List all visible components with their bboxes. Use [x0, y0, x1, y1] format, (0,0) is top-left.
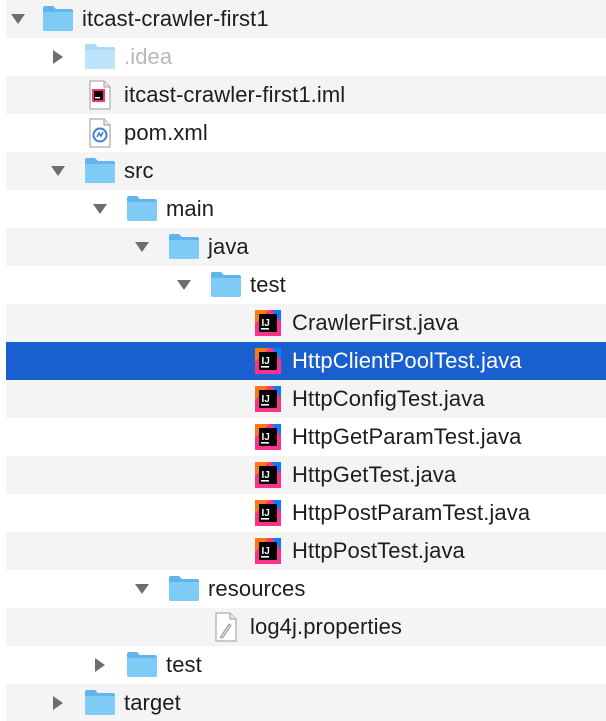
svg-text:IJ: IJ: [262, 318, 270, 329]
tree-row-label: itcast-crawler-first1: [82, 6, 269, 31]
intellij-java-file-icon: IJ: [252, 346, 284, 376]
properties-file-icon: [214, 612, 246, 642]
tree-row-label: test: [166, 652, 202, 677]
tree-row-httpclientpooltest-java[interactable]: IJ HttpClientPoolTest.java: [6, 342, 606, 380]
tree-row-httpgetparamtest-java[interactable]: IJ HttpGetParamTest.java: [6, 418, 606, 456]
tree-row-iml-file[interactable]: itcast-crawler-first1.iml: [6, 76, 606, 114]
tree-row-idea[interactable]: .idea: [6, 38, 606, 76]
svg-text:IJ: IJ: [262, 508, 270, 519]
tree-row-label: target: [124, 690, 181, 715]
tree-row-httpgettest-java[interactable]: IJ HttpGetTest.java: [6, 456, 606, 494]
tree-row-label: HttpClientPoolTest.java: [292, 348, 522, 373]
intellij-java-file-icon: IJ: [252, 460, 284, 490]
chevron-right-icon[interactable]: [48, 47, 68, 67]
folder-icon: [84, 42, 116, 72]
project-file-tree: itcast-crawler-first1 .idea itcast-crawl…: [0, 0, 606, 721]
intellij-java-file-icon: IJ: [252, 498, 284, 528]
tree-row-pom-xml[interactable]: pom.xml: [6, 114, 606, 152]
folder-icon: [168, 574, 200, 604]
folder-icon: [42, 4, 74, 34]
tree-row-label: HttpPostTest.java: [292, 538, 465, 563]
tree-row-label: itcast-crawler-first1.iml: [124, 82, 346, 107]
intellij-java-file-icon: IJ: [252, 536, 284, 566]
chevron-down-icon[interactable]: [132, 579, 152, 599]
tree-row-itcast-crawler-first1[interactable]: itcast-crawler-first1: [6, 0, 606, 38]
tree-row-crawlerfirst-java[interactable]: IJ CrawlerFirst.java: [6, 304, 606, 342]
svg-text:IJ: IJ: [262, 470, 270, 481]
folder-icon: [168, 232, 200, 262]
intellij-java-file-icon: IJ: [252, 384, 284, 414]
folder-icon: [210, 270, 242, 300]
folder-icon: [126, 650, 158, 680]
tree-row-main[interactable]: main: [6, 190, 606, 228]
tree-row-log4j-properties[interactable]: log4j.properties: [6, 608, 606, 646]
tree-row-label: resources: [208, 576, 306, 601]
chevron-right-icon[interactable]: [90, 655, 110, 675]
tree-row-src[interactable]: src: [6, 152, 606, 190]
svg-text:IJ: IJ: [262, 394, 270, 405]
chevron-down-icon[interactable]: [132, 237, 152, 257]
tree-row-label: log4j.properties: [250, 614, 403, 639]
tree-row-label: HttpGetTest.java: [292, 462, 457, 487]
chevron-right-icon[interactable]: [48, 693, 68, 713]
chevron-down-icon[interactable]: [48, 161, 68, 181]
svg-text:IJ: IJ: [262, 432, 270, 443]
folder-icon: [84, 688, 116, 718]
tree-row-test-package[interactable]: test: [6, 266, 606, 304]
tree-row-label: HttpGetParamTest.java: [292, 424, 522, 449]
folder-icon: [126, 194, 158, 224]
maven-pom-file-icon: [88, 118, 120, 148]
tree-row-label: HttpConfigTest.java: [292, 386, 485, 411]
intellij-java-file-icon: IJ: [252, 308, 284, 338]
tree-row-label: CrawlerFirst.java: [292, 310, 459, 335]
tree-row-label: main: [166, 196, 215, 221]
svg-text:IJ: IJ: [262, 356, 270, 367]
folder-icon: [84, 156, 116, 186]
tree-row-httppostparamtest-java[interactable]: IJ HttpPostParamTest.java: [6, 494, 606, 532]
tree-row-test-folder[interactable]: test: [6, 646, 606, 684]
tree-row-java[interactable]: java: [6, 228, 606, 266]
tree-row-label: test: [250, 272, 286, 297]
chevron-down-icon[interactable]: [174, 275, 194, 295]
tree-row-label: pom.xml: [124, 120, 208, 145]
intellij-module-file-icon: [88, 80, 120, 110]
svg-text:IJ: IJ: [262, 546, 270, 557]
tree-row-label: java: [208, 234, 249, 259]
chevron-down-icon[interactable]: [90, 199, 110, 219]
tree-row-label: .idea: [124, 44, 173, 69]
tree-row-label: src: [124, 158, 154, 183]
tree-row-label: HttpPostParamTest.java: [292, 500, 531, 525]
intellij-java-file-icon: IJ: [252, 422, 284, 452]
tree-row-httpconfigtest-java[interactable]: IJ HttpConfigTest.java: [6, 380, 606, 418]
tree-row-resources[interactable]: resources: [6, 570, 606, 608]
chevron-down-icon[interactable]: [8, 9, 28, 29]
tree-row-target[interactable]: target: [6, 684, 606, 721]
tree-row-httpposttest-java[interactable]: IJ HttpPostTest.java: [6, 532, 606, 570]
